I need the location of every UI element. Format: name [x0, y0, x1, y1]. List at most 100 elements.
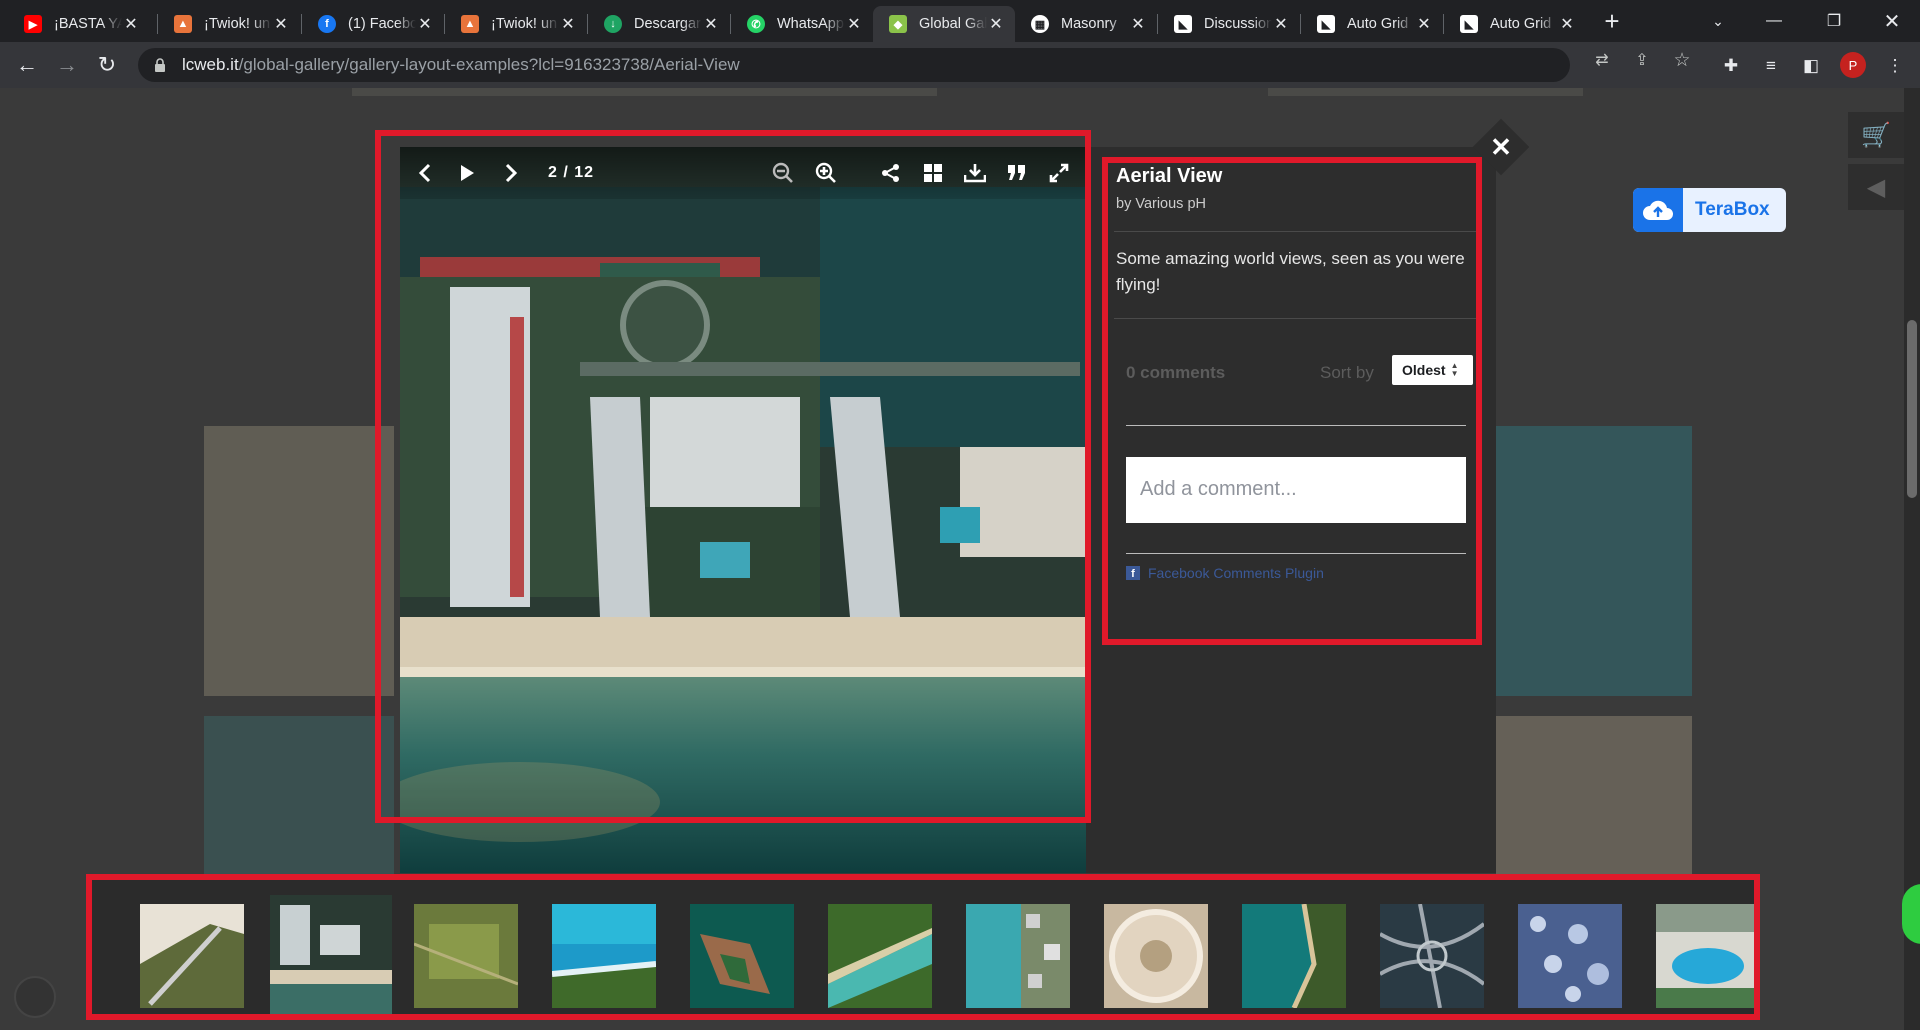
- image-description: Some amazing world views, seen as you we…: [1116, 249, 1465, 294]
- close-lightbox-button[interactable]: ✕: [1472, 118, 1530, 176]
- url-text: lcweb.it/global-gallery/gallery-layout-e…: [182, 55, 740, 74]
- browser-tab[interactable]: ◣ Auto Grid ✕: [1301, 6, 1443, 42]
- thumbnail[interactable]: [1242, 904, 1346, 1008]
- browser-tab[interactable]: ◣ Auto Grid ✕: [1444, 6, 1586, 42]
- close-tab-icon[interactable]: ✕: [1272, 15, 1290, 33]
- close-tab-icon[interactable]: ✕: [1558, 15, 1576, 33]
- translate-icon[interactable]: ⇄: [1592, 50, 1612, 70]
- cloud-upload-icon: [1633, 188, 1683, 232]
- browser-tab[interactable]: ↓ Descargar ✕: [588, 6, 730, 42]
- divider: [1126, 553, 1466, 554]
- play-slideshow-button[interactable]: [454, 161, 480, 185]
- browser-tab-strip: ▶ ¡BASTA YA ✕ ▲ ¡Twiok! un ✕ f (1) Faceb…: [0, 0, 1920, 42]
- sort-label: Sort by: [1320, 363, 1374, 382]
- extensions-icon[interactable]: ✚: [1720, 55, 1742, 77]
- browser-tab[interactable]: f (1) Facebook ✕: [302, 6, 444, 42]
- thumbnail-selected[interactable]: [270, 895, 392, 1017]
- globalgallery-icon: ◆: [889, 15, 907, 33]
- download-icon: ↓: [604, 15, 622, 33]
- sort-select[interactable]: Oldest ▲ ▼: [1392, 355, 1473, 385]
- sort-value: Oldest: [1402, 362, 1446, 378]
- thumbnail[interactable]: [828, 904, 932, 1008]
- close-tab-icon[interactable]: ✕: [416, 15, 434, 33]
- floating-widget[interactable]: [1902, 884, 1920, 944]
- side-panel-icon[interactable]: ◧: [1800, 55, 1822, 77]
- close-tab-icon[interactable]: ✕: [987, 15, 1005, 33]
- thumbnail[interactable]: [1518, 904, 1622, 1008]
- thumbnail[interactable]: [552, 904, 656, 1008]
- browser-tab-active[interactable]: ◆ Global Gallery ✕: [873, 6, 1015, 42]
- comments-header: 0 comments Sort by Oldest ▲ ▼: [1126, 355, 1473, 387]
- info-quote-icon[interactable]: [1004, 161, 1030, 185]
- close-tab-icon[interactable]: ✕: [122, 15, 140, 33]
- autogrid-icon: ◣: [1460, 15, 1478, 33]
- restore-button[interactable]: ❐: [1806, 0, 1862, 42]
- menu-kebab-icon[interactable]: ⋮: [1884, 55, 1906, 77]
- image-counter: 2 / 12: [548, 164, 595, 181]
- image-title: Aerial View: [1116, 165, 1223, 187]
- back-circle-icon[interactable]: ◀: [1848, 164, 1904, 210]
- browser-tab[interactable]: ▲ ¡Twiok! un ✕: [158, 6, 300, 42]
- lightbox-image: [400, 147, 1086, 873]
- thumbnail[interactable]: [1380, 904, 1484, 1008]
- back-button[interactable]: ←: [12, 50, 42, 80]
- fullscreen-icon[interactable]: [1046, 161, 1072, 185]
- media-control-icon[interactable]: ≡: [1760, 55, 1782, 77]
- close-tab-icon[interactable]: ✕: [845, 15, 863, 33]
- terabox-button[interactable]: TeraBox: [1633, 188, 1786, 232]
- minimize-button[interactable]: —: [1746, 0, 1802, 42]
- tab-title: Auto Grid: [1490, 16, 1552, 32]
- browser-toolbar: ← → ↻ lcweb.it/global-gallery/gallery-la…: [0, 42, 1920, 88]
- browser-tab[interactable]: ◣ Discussion ✕: [1158, 6, 1300, 42]
- browser-tab[interactable]: ▶ ¡BASTA YA ✕: [8, 6, 150, 42]
- download-icon[interactable]: [962, 161, 988, 185]
- close-tab-icon[interactable]: ✕: [272, 15, 290, 33]
- browser-tab[interactable]: ▦ Masonry ✕: [1015, 6, 1157, 42]
- tab-title: Masonry: [1061, 16, 1117, 32]
- thumbnail[interactable]: [140, 904, 244, 1008]
- sort-arrows-icon: ▲ ▼: [1450, 361, 1459, 378]
- tab-search-icon[interactable]: ⌄: [1690, 0, 1746, 42]
- bookmark-star-icon[interactable]: ☆: [1672, 50, 1692, 71]
- tab-title: Auto Grid: [1347, 16, 1409, 32]
- facebook-icon: f: [1126, 566, 1140, 580]
- reload-button[interactable]: ↻: [92, 50, 122, 80]
- thumbnail[interactable]: [966, 904, 1070, 1008]
- divider: [1126, 425, 1466, 426]
- close-tab-icon[interactable]: ✕: [702, 15, 720, 33]
- thumbnail[interactable]: [414, 904, 518, 1008]
- close-tab-icon[interactable]: ✕: [1129, 15, 1147, 33]
- facebook-plugin-link[interactable]: f Facebook Comments Plugin: [1126, 565, 1324, 581]
- profile-avatar[interactable]: P: [1840, 52, 1866, 78]
- tab-title: Discussion: [1204, 16, 1272, 32]
- browser-tab[interactable]: ✆ WhatsApp ✕: [731, 6, 873, 42]
- thumbnail[interactable]: [690, 904, 794, 1008]
- forward-button[interactable]: →: [52, 50, 82, 80]
- settings-gear-icon[interactable]: [14, 976, 56, 1018]
- close-tab-icon[interactable]: ✕: [559, 15, 577, 33]
- thumbnails-grid-icon[interactable]: [920, 161, 946, 185]
- address-bar[interactable]: lcweb.it/global-gallery/gallery-layout-e…: [138, 48, 1570, 82]
- youtube-icon: ▶: [24, 15, 42, 33]
- share-icon[interactable]: ⇪: [1632, 50, 1652, 70]
- share-icon[interactable]: [878, 161, 904, 185]
- plugin-label: Facebook Comments Plugin: [1148, 565, 1324, 581]
- browser-tab[interactable]: ▲ ¡Twiok! un ✕: [445, 6, 587, 42]
- zoom-in-icon[interactable]: [813, 161, 839, 185]
- thumbnail[interactable]: [1656, 904, 1756, 1008]
- tab-title: WhatsApp: [777, 16, 844, 32]
- comment-input[interactable]: Add a comment...: [1126, 457, 1466, 523]
- scrollbar-thumb[interactable]: [1907, 320, 1917, 498]
- discussion-icon: ◣: [1174, 15, 1192, 33]
- zoom-out-icon[interactable]: [770, 161, 796, 185]
- thumbnail-strip: [90, 878, 1756, 1020]
- autogrid-icon: ◣: [1317, 15, 1335, 33]
- new-tab-button[interactable]: +: [1598, 8, 1626, 36]
- cart-icon[interactable]: 🛒: [1848, 112, 1904, 158]
- next-image-button[interactable]: [498, 161, 524, 185]
- close-tab-icon[interactable]: ✕: [1415, 15, 1433, 33]
- tab-title: ¡Twiok! un: [491, 16, 558, 32]
- thumbnail[interactable]: [1104, 904, 1208, 1008]
- previous-image-button[interactable]: [412, 161, 438, 185]
- close-window-button[interactable]: ✕: [1864, 0, 1920, 42]
